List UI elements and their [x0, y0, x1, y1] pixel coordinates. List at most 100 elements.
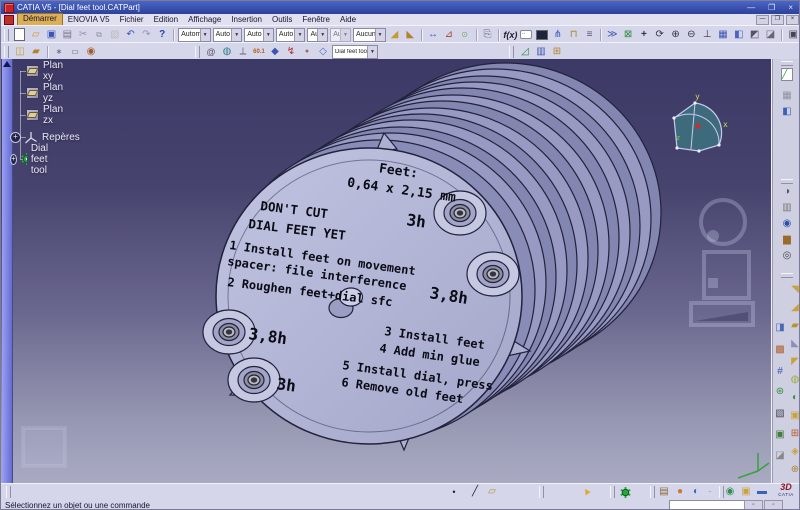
profile-icon[interactable]: ▭ — [68, 45, 82, 59]
fillet-icon[interactable]: ◐ — [788, 391, 799, 405]
toolbar-handle[interactable] — [650, 486, 655, 498]
toolbar-handle[interactable] — [610, 486, 615, 498]
title-bar[interactable]: CATIA V5 - [Dial feet tool.CATPart] — ❐ … — [1, 1, 799, 14]
toolbar-handle[interactable] — [781, 179, 793, 184]
world-icon[interactable]: ◉ — [723, 485, 737, 499]
menu-fichier[interactable]: Fichier — [115, 14, 149, 25]
child-minimize-button[interactable]: — — [756, 14, 769, 25]
pattern-icon[interactable]: # — [773, 365, 787, 379]
compass[interactable]: y x z — [672, 92, 728, 153]
pan-icon[interactable]: + — [637, 28, 651, 42]
power-input[interactable] — [669, 500, 745, 509]
tools-palette-combo[interactable]: Dial feet tool ▼ — [332, 44, 378, 59]
snap-icon[interactable]: ⊛ — [773, 385, 787, 399]
check-icon[interactable]: · — [703, 485, 717, 499]
child-close-button[interactable]: × — [786, 14, 799, 25]
workbench-icon[interactable]: ◉ — [84, 45, 98, 59]
tree-item-plan-zx[interactable]: Plan zx — [26, 104, 67, 126]
graphic-combo-1[interactable]: Autom ▼ — [178, 27, 211, 42]
toolbar-handle[interactable] — [539, 486, 544, 498]
camera-icon[interactable]: ▣ — [786, 28, 799, 42]
expand-input-button[interactable]: ▫ — [744, 500, 763, 509]
toolbar-handle[interactable] — [4, 45, 9, 58]
measure-item-icon[interactable]: ⊿ — [442, 28, 456, 42]
shading-icon[interactable]: ◪ — [773, 449, 787, 463]
toolbar-handle[interactable] — [195, 45, 200, 58]
scroll-up-icon[interactable] — [3, 61, 11, 67]
help-icon[interactable]: ? — [155, 28, 169, 42]
menu-enovia[interactable]: ENOVIA V5 — [63, 14, 115, 25]
undo-icon[interactable]: ↶ — [124, 28, 138, 42]
point-tool-icon[interactable]: • — [447, 485, 461, 499]
shell-icon[interactable]: ◈ — [788, 445, 799, 459]
graphic-combo-5[interactable]: Aut▼ — [307, 27, 329, 42]
update-part-icon[interactable]: ◆ — [268, 45, 282, 59]
graphic-combo-7[interactable]: Aucun ▼ — [352, 27, 386, 42]
pocket-icon[interactable]: ◢ — [788, 301, 799, 315]
measure-between-icon[interactable]: ↔ — [426, 28, 440, 42]
layers-icon[interactable]: ≡ — [583, 28, 597, 42]
cut-icon[interactable]: ✂ — [76, 28, 90, 42]
terrain-icon[interactable]: ▣ — [773, 428, 787, 442]
rib-icon[interactable]: ◍ — [788, 373, 799, 387]
zoom-in-icon[interactable]: ⊕ — [669, 28, 683, 42]
zoom-out-icon[interactable]: ⊖ — [684, 28, 698, 42]
hide-show-icon[interactable]: ◪ — [764, 28, 778, 42]
rotate-icon[interactable]: ⟳ — [653, 28, 667, 42]
tree-item-plan-xy[interactable]: Plan xy — [26, 60, 67, 82]
graphic-combo-4[interactable]: Auto ▼ — [275, 27, 306, 42]
wireframe-icon[interactable]: ◑ — [780, 185, 794, 199]
plane-icon[interactable]: ◇ — [316, 45, 330, 59]
new-icon[interactable] — [13, 28, 27, 42]
menu-fenetre[interactable]: Fenêtre — [297, 14, 335, 25]
tree-item-plan-yz[interactable]: Plan yz — [26, 82, 67, 104]
point-snap-icon[interactable]: ∗ — [52, 45, 66, 59]
wizard-icon[interactable]: ◣ — [403, 28, 417, 42]
session-icon[interactable]: ▣ — [739, 485, 753, 499]
painter-icon[interactable]: ◢ — [388, 28, 402, 42]
open-icon[interactable]: ▱ — [29, 28, 43, 42]
menu-insertion[interactable]: Insertion — [226, 14, 267, 25]
catalog-browser-icon[interactable]: ▤ — [657, 485, 671, 499]
pad-icon[interactable]: ◥ — [788, 283, 799, 297]
apply-material-icon[interactable]: ▆ — [780, 233, 794, 247]
menu-edition[interactable]: Edition — [149, 14, 183, 25]
fit-all-icon[interactable]: ⊠ — [621, 28, 635, 42]
view-planes-icon[interactable]: ◫ — [13, 45, 27, 59]
menu-aide[interactable]: Aide — [335, 14, 361, 25]
view-cube-icon[interactable]: ▧ — [773, 407, 787, 421]
graphic-combo-2[interactable]: Auto ▼ — [212, 27, 243, 42]
draft-icon[interactable]: ⊞ — [788, 427, 799, 441]
multi-view-icon[interactable]: ▦ — [716, 28, 730, 42]
analysis-icon[interactable]: ◉ — [780, 217, 794, 231]
toolbar-handle[interactable] — [4, 28, 9, 41]
viewport-3d[interactable]: Feet: 0,64 x 2,15 mm DON'T CUT DIAL FEET… — [1, 59, 771, 483]
boss-3h-bottom[interactable] — [227, 357, 281, 403]
boss-38h-right[interactable] — [466, 251, 520, 297]
redo-icon[interactable]: ↷ — [139, 28, 153, 42]
reference-elements-icon[interactable]: ◨ — [773, 321, 787, 335]
chamfer-icon[interactable]: ▣ — [788, 409, 799, 423]
tree-scrollbar[interactable] — [2, 59, 13, 483]
expand-icon[interactable]: + — [10, 131, 21, 143]
point-icon[interactable]: ● — [300, 45, 314, 59]
measure-inertia-icon[interactable]: ⊙ — [458, 28, 472, 42]
screen-icon[interactable] — [535, 28, 549, 42]
sketcher-icon[interactable]: ╱ — [780, 67, 794, 81]
line-tool-icon[interactable]: ╱ — [468, 485, 482, 499]
groove-icon[interactable]: ◣ — [788, 337, 799, 351]
paste-icon[interactable]: ▨ — [108, 28, 122, 42]
sketch-analysis-icon[interactable]: ◿ — [518, 45, 532, 59]
gear-options-icon[interactable] — [618, 485, 632, 499]
rules-icon[interactable]: ◐ — [689, 485, 703, 499]
menu-outils[interactable]: Outils — [267, 14, 297, 25]
structure-tree-icon[interactable]: ⋔ — [551, 28, 565, 42]
toolbar-handle[interactable] — [509, 45, 514, 58]
toolbar-handle[interactable] — [781, 273, 793, 278]
link-icon[interactable]: @ — [204, 45, 218, 59]
dialog-toggle-button[interactable]: ▫ — [764, 500, 783, 509]
fly-mode-icon[interactable]: ≫ — [605, 28, 619, 42]
customize-icon[interactable]: ⊞ — [550, 45, 564, 59]
compass-origin[interactable] — [695, 123, 701, 129]
restore-button[interactable]: ❐ — [768, 3, 775, 12]
